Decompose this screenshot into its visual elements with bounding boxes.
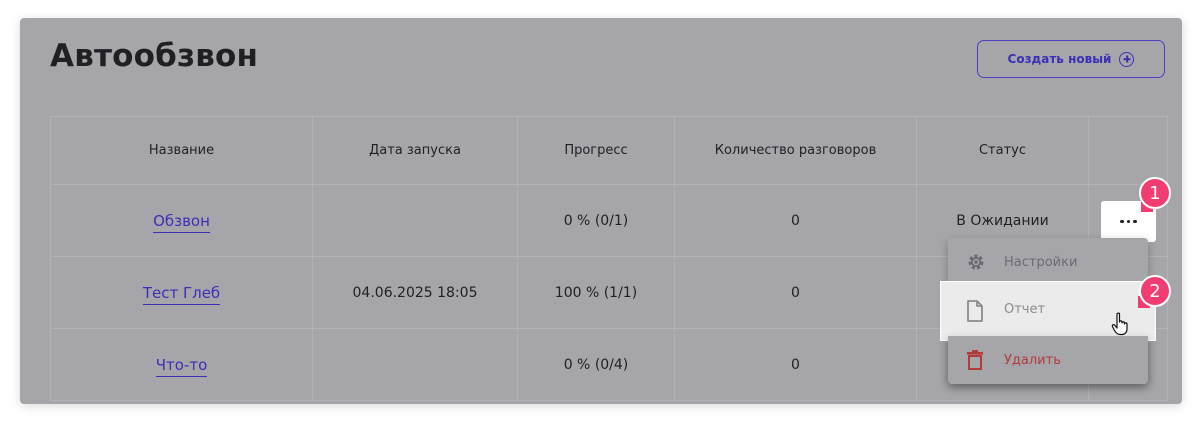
column-header-progress[interactable]: Прогресс: [517, 116, 675, 185]
document-icon: [967, 300, 983, 322]
create-new-button[interactable]: Создать новый: [977, 40, 1165, 78]
menu-item-settings[interactable]: Настройки: [948, 238, 1148, 286]
menu-item-label: Отчет: [1004, 302, 1046, 317]
cell-date: 04.06.2025 18:05: [312, 256, 518, 329]
autodial-card: Автообзвон Создать новый Название Дата з…: [20, 18, 1182, 404]
column-header-date[interactable]: Дата запуска: [312, 116, 518, 185]
cell-progress: 100 % (1/1): [517, 256, 675, 329]
step-badge-1: 1: [1139, 177, 1171, 209]
plus-circle-icon: [1119, 51, 1135, 67]
hand-cursor-icon: [1111, 312, 1128, 336]
page-title: Автообзвон: [50, 38, 259, 74]
menu-item-report[interactable]: Отчет: [941, 282, 1155, 340]
campaign-name-link[interactable]: Обзвон: [153, 211, 210, 233]
cell-conversations: 0: [674, 328, 917, 401]
step-badge-2: 2: [1139, 275, 1171, 307]
trash-icon: [967, 350, 983, 370]
column-header-status[interactable]: Статус: [916, 116, 1089, 185]
table-header-row: Название Дата запуска Прогресс Количеств…: [50, 116, 1168, 185]
row-actions-menu-bottom: Удалить: [948, 336, 1148, 384]
menu-item-label: Удалить: [1004, 352, 1061, 368]
menu-item-label: Настройки: [1004, 254, 1078, 270]
cell-progress: 0 % (0/1): [517, 184, 675, 257]
create-new-label: Создать новый: [1007, 52, 1112, 66]
more-dot-icon: [1120, 219, 1124, 224]
more-dot-icon: [1133, 219, 1137, 224]
menu-item-delete[interactable]: Удалить: [948, 336, 1148, 384]
cell-progress: 0 % (0/4): [517, 328, 675, 401]
column-header-actions: [1088, 116, 1168, 185]
gear-icon: [968, 254, 984, 270]
cell-conversations: 0: [674, 256, 917, 329]
campaign-name-link[interactable]: Тест Глеб: [142, 283, 221, 305]
column-header-conversations[interactable]: Количество разговоров: [674, 116, 917, 185]
cell-date: [312, 328, 518, 401]
more-dot-icon: [1126, 219, 1131, 224]
cell-date: [312, 184, 518, 257]
campaign-name-link[interactable]: Что-то: [155, 355, 208, 377]
cell-conversations: 0: [674, 184, 917, 257]
column-header-name[interactable]: Название: [50, 116, 313, 185]
